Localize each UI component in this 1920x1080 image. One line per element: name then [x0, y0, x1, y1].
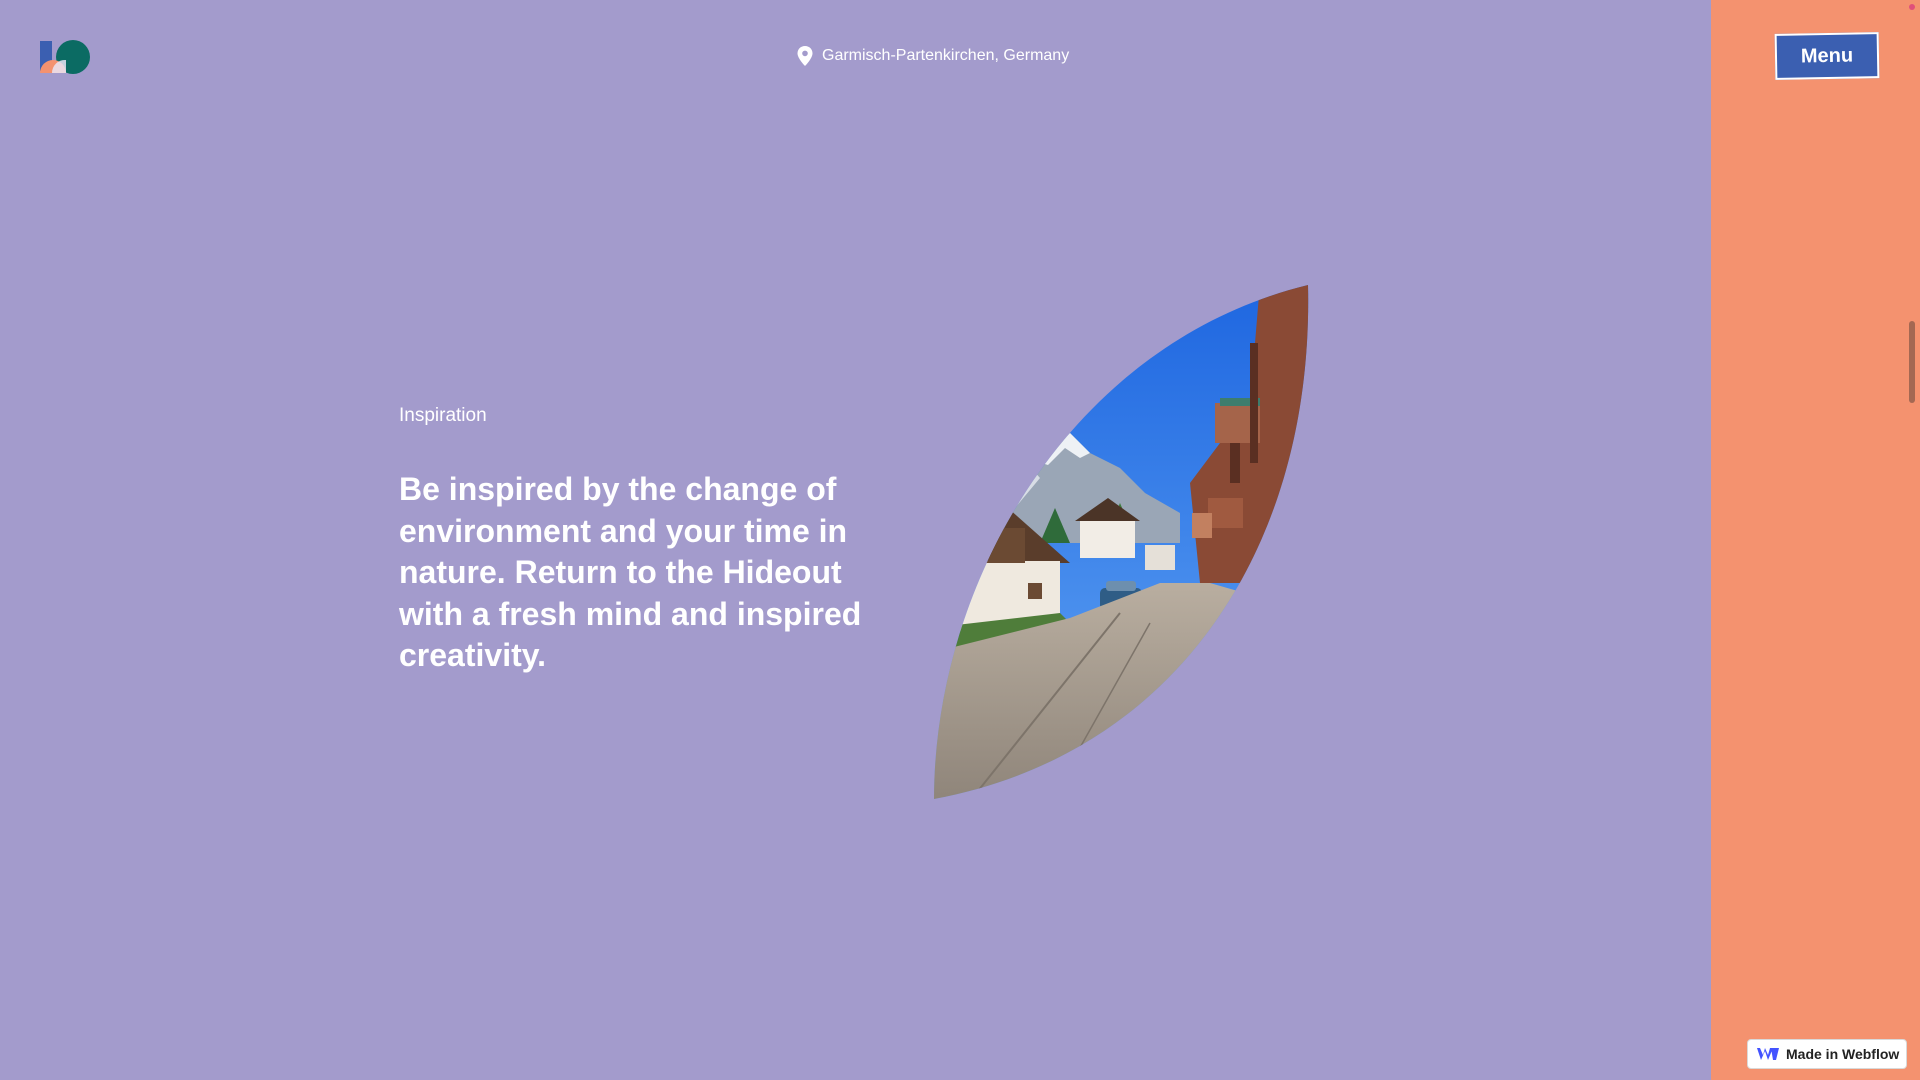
photo-scene	[934, 285, 1309, 799]
corner-indicator-dot	[1909, 4, 1915, 10]
hideout-logo[interactable]	[38, 38, 92, 76]
page: Garmisch-Partenkirchen, Germany Menu Ins…	[0, 0, 1920, 1080]
leaf-shaped-photo	[934, 285, 1309, 799]
scrollbar-thumb[interactable]	[1909, 321, 1915, 403]
webflow-logo-icon	[1757, 1048, 1779, 1060]
badge-label: Made in Webflow	[1786, 1046, 1900, 1062]
logo-mark	[40, 40, 90, 74]
side-panel	[1711, 0, 1920, 1080]
section-headline: Be inspired by the change of environment…	[399, 471, 862, 673]
made-in-webflow-badge[interactable]: Made in Webflow	[1747, 1039, 1907, 1069]
map-pin-icon	[797, 46, 813, 66]
location-indicator: Garmisch-Partenkirchen, Germany	[796, 45, 1069, 67]
location-text: Garmisch-Partenkirchen, Germany	[822, 47, 1070, 64]
section-eyebrow: Inspiration	[399, 405, 487, 426]
menu-button[interactable]: Menu	[1774, 32, 1880, 80]
